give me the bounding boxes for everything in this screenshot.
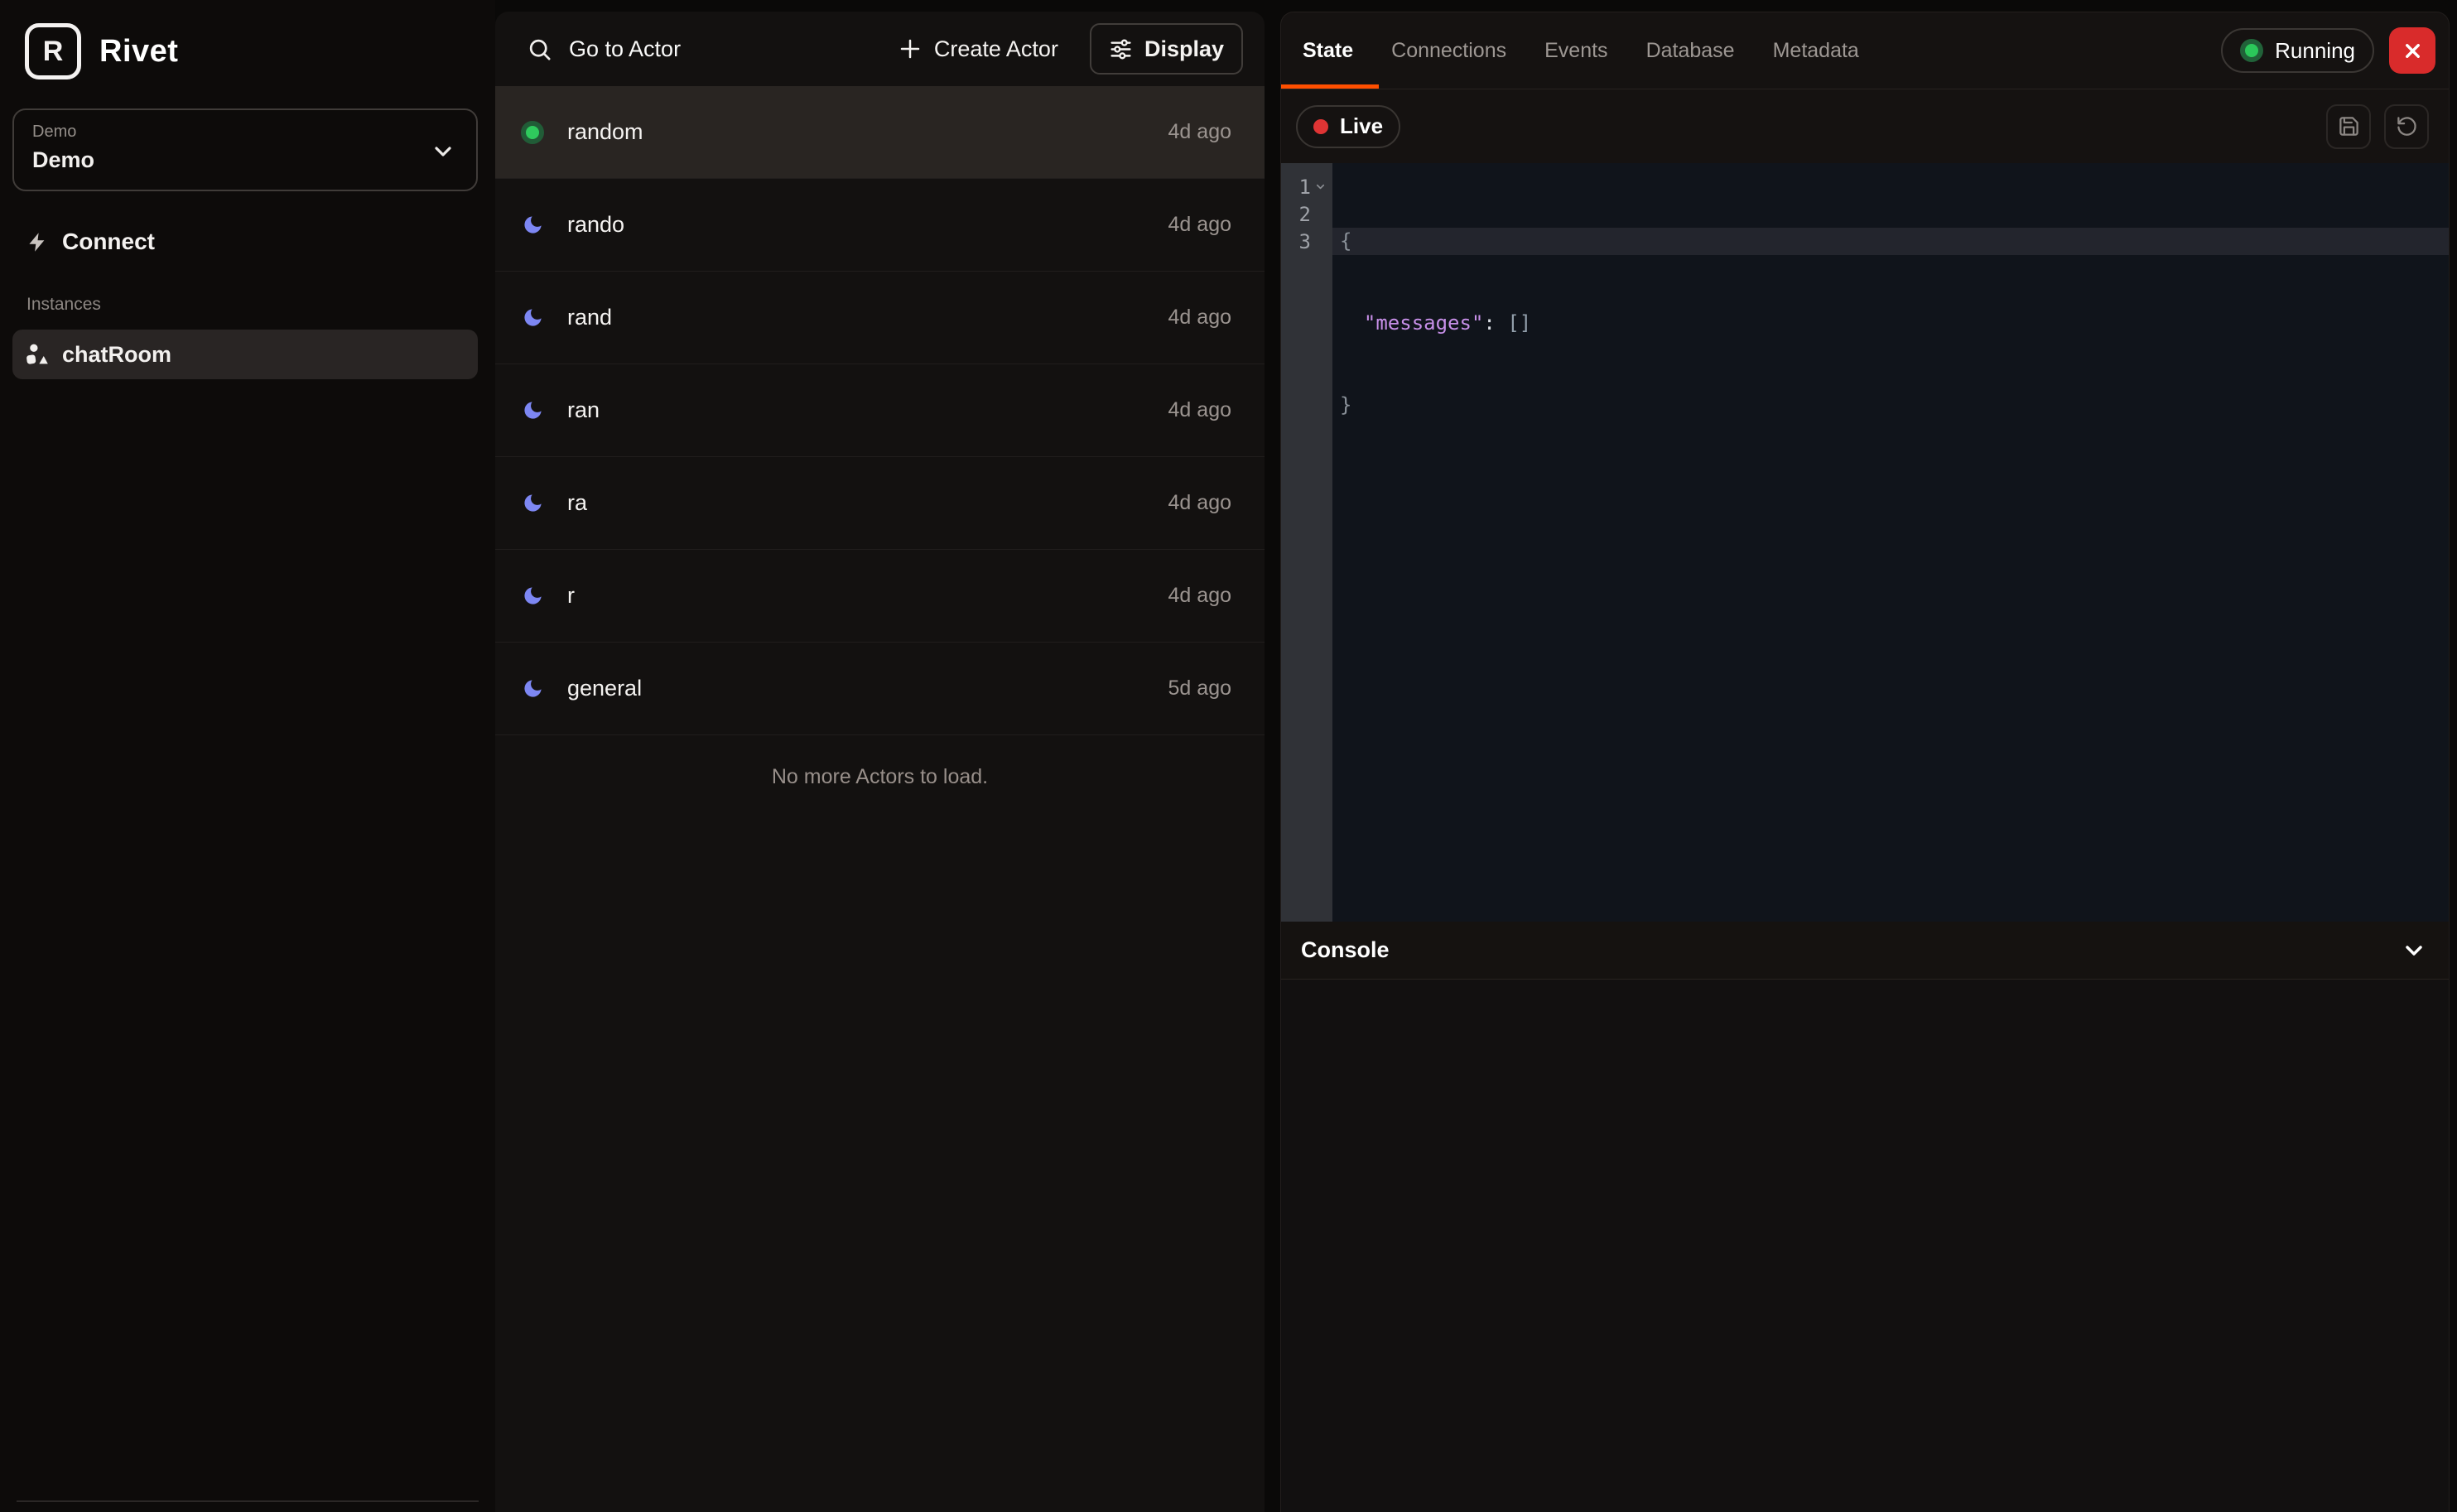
connect-label: Connect: [62, 229, 155, 255]
actor-age: 4d ago: [1168, 120, 1231, 144]
connect-button[interactable]: Connect: [26, 229, 155, 255]
no-more-actors-message: No more Actors to load.: [495, 765, 1265, 789]
display-label: Display: [1144, 36, 1224, 62]
tab-connections[interactable]: Connections: [1391, 39, 1506, 63]
moon-icon: [518, 214, 547, 236]
save-button[interactable]: [2326, 104, 2371, 149]
tab-events[interactable]: Events: [1544, 39, 1607, 63]
project-selector-label: Demo: [32, 123, 458, 142]
actor-list-panel: Go to Actor Create Actor Display random …: [495, 12, 1265, 1512]
actor-name: ra: [567, 490, 587, 516]
instances-section-label: Instances: [26, 295, 101, 315]
create-actor-button[interactable]: Create Actor: [898, 36, 1058, 62]
editor-actions: [2326, 104, 2429, 149]
fold-chevron-icon[interactable]: [1311, 181, 1329, 193]
reset-button[interactable]: [2384, 104, 2429, 149]
close-icon: [2402, 40, 2424, 62]
actor-age: 4d ago: [1168, 306, 1231, 330]
actor-age: 4d ago: [1168, 398, 1231, 422]
actor-row-ra[interactable]: ra 4d ago: [495, 457, 1265, 550]
actor-name: r: [567, 583, 575, 609]
chevron-down-icon: [430, 138, 456, 165]
live-badge: Live: [1296, 105, 1400, 148]
code-line-3: }: [1332, 392, 2449, 419]
live-dot-icon: [1313, 119, 1328, 134]
console-label: Console: [1301, 937, 1390, 963]
moon-icon: [518, 399, 547, 421]
actor-age: 4d ago: [1168, 213, 1231, 237]
go-to-actor-search[interactable]: Go to Actor: [527, 36, 681, 62]
plus-icon: [898, 36, 923, 61]
running-dot-icon: [2240, 39, 2263, 62]
status-badge: Running: [2221, 28, 2374, 73]
sidebar-item-chatroom[interactable]: chatRoom: [12, 330, 478, 379]
actor-name: rando: [567, 212, 624, 238]
actor-name: random: [567, 119, 643, 145]
actor-row-ran[interactable]: ran 4d ago: [495, 364, 1265, 457]
code-line-1: {: [1332, 228, 2449, 255]
tab-metadata[interactable]: Metadata: [1773, 39, 1859, 63]
actor-name: ran: [567, 397, 600, 423]
inspector-tabs: State Connections Events Database Metada…: [1281, 39, 1859, 63]
rivet-logo-icon: R: [25, 23, 81, 79]
sidebar: R Rivet Demo Demo Connect Instances chat…: [0, 0, 495, 1512]
line-number: 1: [1281, 173, 1332, 200]
project-selector[interactable]: Demo Demo: [12, 108, 478, 191]
zap-icon: [26, 231, 49, 253]
actor-row-general[interactable]: general 5d ago: [495, 643, 1265, 735]
search-icon: [527, 36, 552, 62]
sliders-icon: [1109, 37, 1133, 61]
actor-name: general: [567, 676, 642, 701]
active-tab-underline: [1281, 84, 1379, 89]
moon-icon: [518, 585, 547, 607]
editor-gutter: 1 2 3: [1281, 163, 1332, 922]
actor-row-rand[interactable]: rand 4d ago: [495, 272, 1265, 364]
moon-icon: [518, 492, 547, 514]
close-button[interactable]: [2389, 27, 2435, 74]
search-placeholder: Go to Actor: [569, 36, 681, 62]
status-badge-label: Running: [2275, 38, 2355, 64]
line-number: 3: [1281, 228, 1332, 255]
actor-row-rando[interactable]: rando 4d ago: [495, 179, 1265, 272]
project-selector-value: Demo: [32, 147, 458, 173]
shapes-icon: [24, 342, 50, 368]
display-button[interactable]: Display: [1090, 23, 1243, 75]
actor-row-r[interactable]: r 4d ago: [495, 550, 1265, 643]
actor-age: 4d ago: [1168, 491, 1231, 515]
moon-icon: [518, 677, 547, 700]
chevron-down-icon: [2401, 937, 2427, 964]
state-toolbar: Live: [1281, 89, 2449, 163]
actor-name: rand: [567, 305, 612, 330]
actor-row-random[interactable]: random 4d ago: [495, 86, 1265, 179]
tab-state[interactable]: State: [1303, 39, 1353, 63]
live-badge-label: Live: [1340, 113, 1383, 139]
console-body: [1281, 980, 2449, 1512]
inspector-header-actions: Running: [2221, 27, 2435, 74]
rotate-ccw-icon: [2396, 115, 2418, 137]
sidebar-bottom-divider: [17, 1500, 479, 1502]
save-icon: [2338, 115, 2360, 137]
instance-name: chatRoom: [62, 342, 171, 368]
state-json-editor[interactable]: 1 2 3 { "messages": [] }: [1281, 163, 2449, 922]
console-toggle[interactable]: Console: [1281, 922, 2449, 980]
inspector-header: State Connections Events Database Metada…: [1281, 12, 2449, 89]
actor-age: 5d ago: [1168, 677, 1231, 701]
actor-inspector-panel: State Connections Events Database Metada…: [1280, 12, 2450, 1512]
brand-name: Rivet: [99, 34, 178, 70]
editor-code[interactable]: { "messages": [] }: [1332, 163, 2449, 922]
actor-age: 4d ago: [1168, 584, 1231, 608]
brand: R Rivet: [25, 23, 178, 79]
running-status-icon: [518, 121, 547, 144]
tab-database[interactable]: Database: [1646, 39, 1735, 63]
actor-list-toolbar: Go to Actor Create Actor Display: [495, 12, 1265, 86]
create-actor-label: Create Actor: [934, 36, 1058, 62]
moon-icon: [518, 306, 547, 329]
line-number: 2: [1281, 200, 1332, 228]
logo-letter: R: [43, 36, 64, 68]
code-line-2: "messages": []: [1332, 310, 2449, 337]
